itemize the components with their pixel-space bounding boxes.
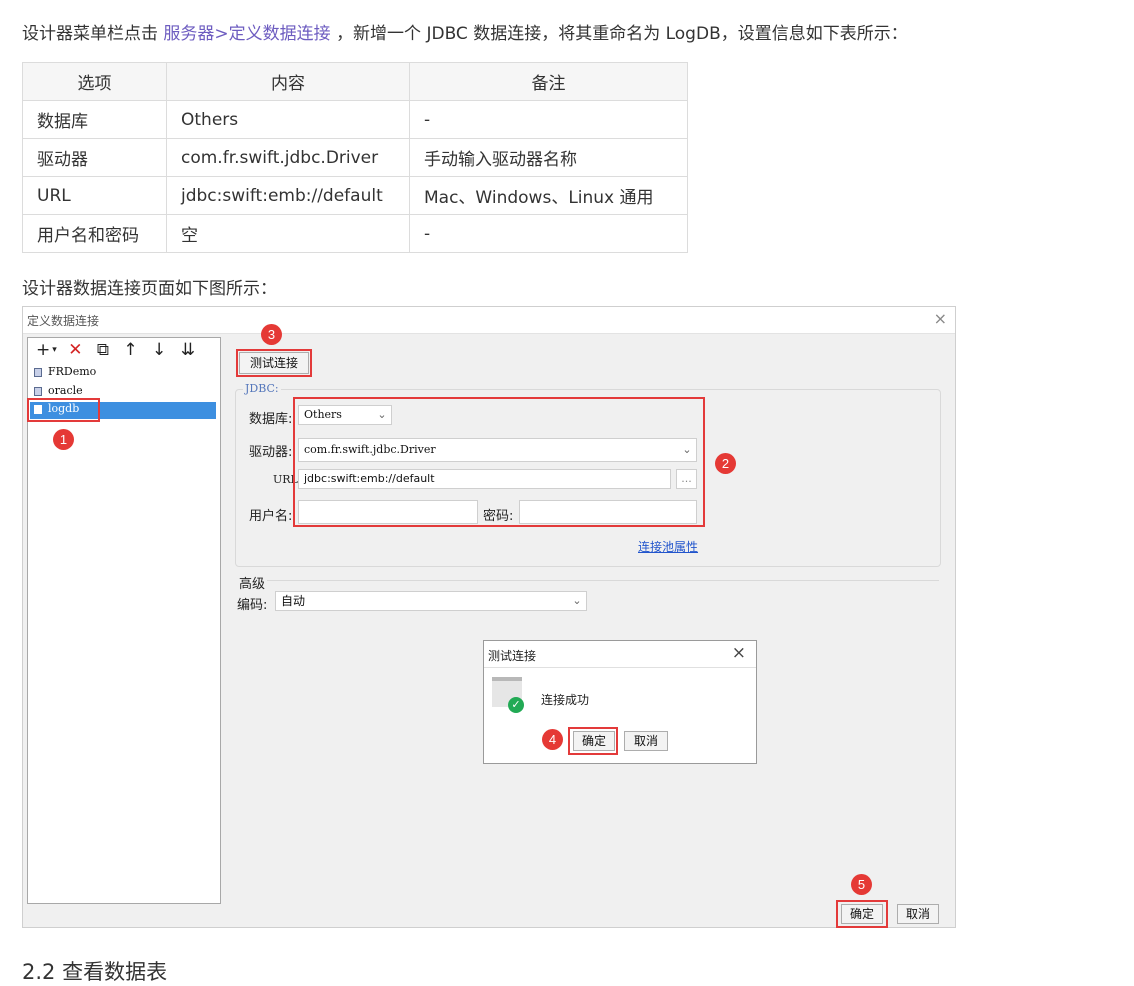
close-icon[interactable]: × [934,309,947,328]
define-connection-dialog: 定义数据连接 × + ▾ ✕ ⧉ ↑ ↓ ⇊ FRDemo oracle logd… [22,306,956,928]
section-heading: 2.2 查看数据表 [22,960,168,984]
connection-list-pane: + ▾ ✕ ⧉ ↑ ↓ ⇊ FRDemo oracle logdb [27,337,221,904]
table-cell: - [409,214,688,253]
settings-table: 选项 内容 备注 数据库 Others - 驱动器 com.fr.swift.j… [22,62,688,253]
database-icon [34,386,42,396]
table-row: 驱动器 com.fr.swift.jdbc.Driver 手动输入驱动器名称 [22,138,688,177]
username-label: 用户名: [249,509,293,524]
test-connection-popup: 测试连接 × ✓ 连接成功 确定 取消 [483,640,757,764]
menu-path-link[interactable]: 服务器>定义数据连接 [163,24,330,44]
table-header: 备注 [409,62,688,101]
table-cell: 数据库 [22,100,167,139]
pool-properties-link[interactable]: 连接池属性 [638,538,698,555]
step-badge-1: 1 [53,429,74,450]
table-header: 内容 [166,62,410,101]
divider [267,580,939,581]
sort-icon[interactable]: ⇊ [181,340,195,360]
intro-suffix: ，新增一个 JDBC 数据连接，将其重命名为 LogDB，设置信息如下表所示： [336,24,908,44]
popup-titlebar: 测试连接 × [484,641,756,668]
table-cell: URL [22,176,167,215]
table-header: 选项 [22,62,167,101]
intro-prefix: 设计器菜单栏点击 [22,24,158,44]
table-cell: 手动输入驱动器名称 [409,138,688,177]
screenshot-caption: 设计器数据连接页面如下图所示： [22,279,277,299]
step-badge-4: 4 [542,729,563,750]
step-badge-2: 2 [715,453,736,474]
table-cell: 驱动器 [22,138,167,177]
database-label: 数据库: [249,412,293,427]
dialog-titlebar: 定义数据连接 × [23,307,955,334]
check-icon: ✓ [508,697,524,713]
move-down-icon[interactable]: ↓ [152,340,166,360]
dialog-cancel-button[interactable]: 取消 [897,904,939,924]
database-icon [34,367,42,377]
close-icon[interactable]: × [732,643,746,663]
table-cell: 用户名和密码 [22,214,167,253]
step-badge-3: 3 [261,324,282,345]
table-header-row: 选项 内容 备注 [22,62,688,101]
table-cell: - [409,100,688,139]
table-row: URL jdbc:swift:emb://default Mac、Windows… [22,176,688,215]
dialog-title: 定义数据连接 [27,314,100,328]
table-cell: Mac、Windows、Linux 通用 [409,176,688,215]
popup-message: 连接成功 [541,693,590,707]
popup-title: 测试连接 [488,649,537,663]
highlight-box-connection [27,398,100,422]
advanced-label: 高级 [239,577,266,592]
connection-label: oracle [48,384,83,397]
driver-label: 驱动器: [249,445,293,460]
highlight-box-settings [293,397,705,527]
connection-toolbar: + ▾ ✕ ⧉ ↑ ↓ ⇊ [36,340,204,362]
add-icon[interactable]: + [36,340,50,360]
copy-icon[interactable]: ⧉ [97,340,109,360]
intro-text: 设计器菜单栏点击 服务器>定义数据连接 ，新增一个 JDBC 数据连接，将其重命… [22,22,908,46]
highlight-box-popup-ok [568,727,618,755]
table-row: 用户名和密码 空 - [22,214,688,253]
connection-item-frdemo[interactable]: FRDemo [30,365,96,382]
popup-cancel-button[interactable]: 取消 [624,731,668,751]
move-up-icon[interactable]: ↑ [123,340,137,360]
table-row: 数据库 Others - [22,100,688,139]
chevron-down-icon[interactable]: ▾ [52,345,57,355]
encoding-value: 自动 [281,594,306,608]
chevron-down-icon: ⌄ [572,594,582,607]
encoding-label: 编码: [237,598,268,613]
jdbc-label: JDBC: [243,382,281,395]
table-cell: Others [166,100,410,139]
connection-label: FRDemo [48,365,97,378]
success-icon: ✓ [492,677,524,713]
step-badge-5: 5 [851,874,872,895]
table-cell: 空 [166,214,410,253]
encoding-select[interactable]: 自动 ⌄ [275,591,587,611]
highlight-box-test [236,349,312,377]
table-cell: jdbc:swift:emb://default [166,176,410,215]
highlight-box-dialog-ok [836,900,888,928]
delete-icon[interactable]: ✕ [68,340,82,360]
table-cell: com.fr.swift.jdbc.Driver [166,138,410,177]
